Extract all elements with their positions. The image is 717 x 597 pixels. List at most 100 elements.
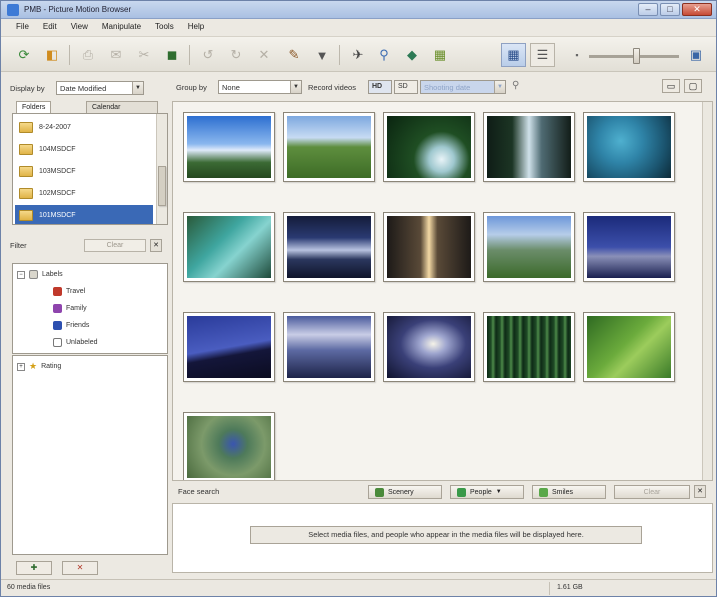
map-icon[interactable]: ✈ — [347, 45, 369, 65]
folder-icon — [19, 165, 33, 177]
menu-view[interactable]: View — [64, 20, 95, 34]
labels-root[interactable]: − Labels — [17, 267, 167, 282]
group-by-label: Group by — [176, 83, 207, 92]
thumbnail-view-icon[interactable]: ▦ — [501, 43, 526, 67]
record-select[interactable]: Shooting date ▼ — [420, 80, 506, 94]
folder-item-selected[interactable]: 101MSDCF — [15, 205, 153, 224]
tag-icon — [53, 304, 62, 313]
thumbnail-flower-bush[interactable] — [183, 412, 275, 480]
thumbnail-sunset-water[interactable] — [383, 212, 475, 282]
filter-close-icon[interactable]: ✕ — [150, 239, 162, 252]
cut-icon[interactable]: ✂ — [133, 45, 155, 65]
folder-icon — [19, 121, 33, 133]
scenery-icon — [375, 487, 384, 497]
monitor-icon[interactable]: ▭ — [662, 79, 680, 93]
folder-item[interactable]: 103MSDCF — [15, 161, 153, 181]
record-videos-label: Record videos — [308, 83, 356, 92]
record-sd-button[interactable]: SD — [394, 80, 418, 94]
thumbnail-hydrangea[interactable] — [583, 112, 675, 182]
search-icon[interactable]: ⚲ — [373, 45, 395, 65]
filter-clear-button[interactable]: Clear — [84, 239, 146, 252]
folder-item[interactable]: 102MSDCF — [15, 183, 153, 203]
mail-icon[interactable]: ✉ — [105, 45, 127, 65]
close-button[interactable]: ✕ — [682, 3, 712, 16]
people-button[interactable]: People ▼ — [450, 485, 524, 499]
face-close-icon[interactable]: ✕ — [694, 485, 706, 498]
menu-tools[interactable]: Tools — [148, 20, 181, 34]
thumbnail-field[interactable] — [283, 112, 375, 182]
smile-icon — [539, 487, 548, 497]
chevron-down-icon: ▼ — [494, 81, 505, 93]
fullscreen-icon[interactable]: ▢ — [684, 79, 702, 93]
scenery-button[interactable]: Scenery — [368, 485, 442, 499]
delete-icon[interactable]: ✕ — [253, 45, 275, 65]
share-icon[interactable]: ◆ — [401, 45, 423, 65]
add-filter-button[interactable]: ✚ — [16, 561, 52, 575]
thumbnail-sun-clouds[interactable] — [383, 312, 475, 382]
list-view-icon[interactable]: ☰ — [530, 43, 555, 67]
tab-calendar[interactable]: Calendar — [86, 101, 158, 113]
group-by-select[interactable]: None ▼ — [218, 80, 302, 94]
folder-list: 8-24-2007 104MSDCF 103MSDCF 102MSDCF 101… — [12, 113, 168, 225]
thumbnail-sky[interactable] — [183, 112, 275, 182]
zoom-in-icon[interactable]: ▣ — [685, 45, 707, 65]
toolbar: ⟳ ◧ ⎙ ✉ ✂ ◼ ↺ ↻ ✕ ✎ ▼ ✈ ⚲ ◆ ▦ ▦ ☰ ▪ ▣ — [1, 36, 716, 72]
thumbnail-bird-grass[interactable] — [583, 312, 675, 382]
title-bar: PMB - Picture Motion Browser – □ ✕ — [1, 1, 716, 19]
edit-icon[interactable]: ✎ — [283, 45, 305, 65]
thumbnail-waterfall-dark[interactable] — [483, 112, 575, 182]
folder-item[interactable]: 8-24-2007 — [15, 117, 153, 137]
face-search-bar: Face search Scenery People ▼ Smiles Clea… — [172, 483, 713, 501]
thumbnail-scrollbar[interactable] — [702, 102, 712, 480]
tag-icon — [53, 321, 62, 330]
import-icon[interactable]: ⟳ — [13, 45, 35, 65]
disc-icon[interactable]: ◼ — [161, 45, 183, 65]
face-results-panel: Select media files, and people who appea… — [172, 503, 713, 573]
folder-icon — [19, 209, 33, 221]
calendar-icon[interactable]: ▦ — [429, 45, 451, 65]
display-by-value: Date Modified — [60, 84, 107, 93]
rotate-right-icon[interactable]: ↻ — [225, 45, 247, 65]
zoom-slider-thumb[interactable] — [633, 48, 640, 64]
thumbnail-hill-night[interactable] — [183, 312, 275, 382]
thumbnail-lagoon[interactable] — [183, 212, 275, 282]
minimize-button[interactable]: – — [638, 3, 658, 16]
media-count: 60 media files — [7, 584, 51, 591]
star-icon: ★ — [29, 361, 38, 371]
expand-icon[interactable]: + — [17, 362, 25, 371]
thumbnail-bamboo[interactable] — [483, 312, 575, 382]
menu-help[interactable]: Help — [181, 20, 211, 34]
thumbnail-clouds-sea[interactable] — [283, 312, 375, 382]
chevron-down-icon: ▼ — [290, 81, 301, 93]
menu-edit[interactable]: Edit — [36, 20, 64, 34]
face-clear-button[interactable]: Clear — [614, 485, 690, 499]
zoom-out-icon[interactable]: ▪ — [566, 45, 588, 65]
print-icon[interactable]: ⎙ — [77, 45, 99, 65]
menu-manipulate[interactable]: Manipulate — [95, 20, 148, 34]
collapse-icon[interactable]: − — [17, 270, 25, 279]
smiles-button[interactable]: Smiles — [532, 485, 606, 499]
tab-folders[interactable]: Folders — [16, 101, 52, 113]
folder-monitor-icon[interactable]: ◧ — [41, 45, 63, 65]
thumbnail-waterfall-green[interactable] — [383, 112, 475, 182]
tag-icon — [53, 287, 62, 296]
remove-filter-button[interactable]: ✕ — [62, 561, 98, 575]
thumbnail-valley[interactable] — [483, 212, 575, 282]
window-title: PMB - Picture Motion Browser — [24, 5, 132, 14]
display-by-select[interactable]: Date Modified ▼ — [56, 81, 144, 95]
menu-file[interactable]: File — [9, 20, 36, 34]
folder-scroll-thumb[interactable] — [158, 166, 166, 206]
maximize-button[interactable]: □ — [660, 3, 680, 16]
thumbnail-lake-night[interactable] — [283, 212, 375, 282]
folder-item[interactable]: 104MSDCF — [15, 139, 153, 159]
filter-icon[interactable]: ▼ — [311, 45, 333, 65]
thumbnail-coast-blue[interactable] — [583, 212, 675, 282]
group-bar: Group by None ▼ Record videos HD SD Shoo… — [168, 75, 713, 95]
record-hd-button[interactable]: HD — [368, 80, 392, 94]
rating-root[interactable]: + ★ Rating — [17, 359, 167, 374]
search-icon[interactable]: ⚲ — [512, 80, 519, 91]
folder-scrollbar[interactable] — [156, 114, 167, 224]
chevron-down-icon: ▼ — [495, 489, 502, 495]
content-area: Group by None ▼ Record videos HD SD Shoo… — [168, 75, 713, 573]
rotate-left-icon[interactable]: ↺ — [197, 45, 219, 65]
